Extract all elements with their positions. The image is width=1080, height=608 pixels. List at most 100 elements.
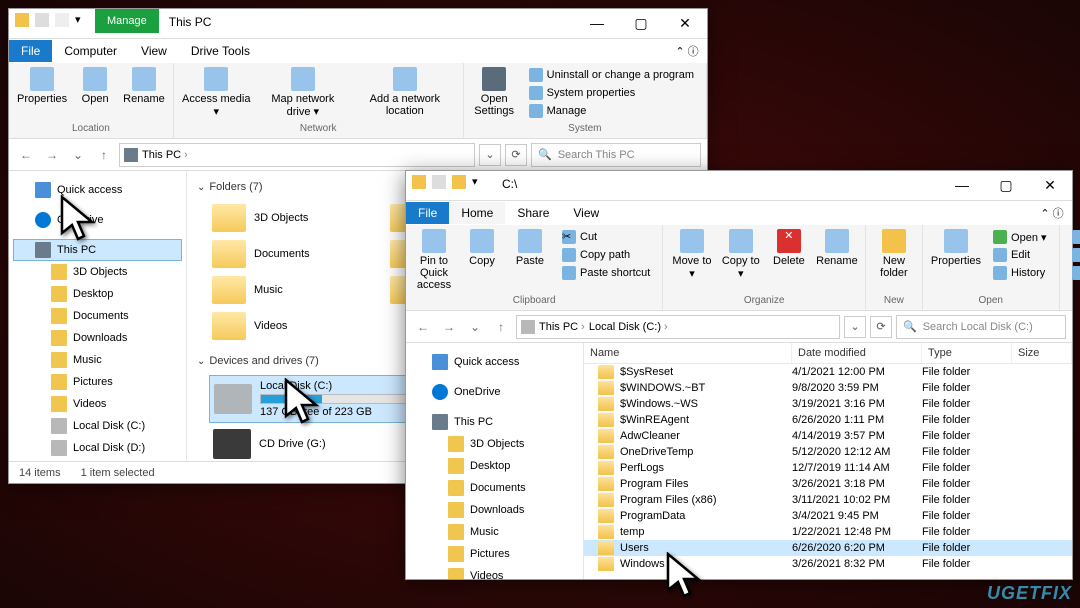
nav-child[interactable]: Local Disk (C:): [13, 415, 182, 437]
rename-button[interactable]: Rename: [123, 67, 165, 105]
drive-item[interactable]: CD Drive (G:): [209, 425, 419, 461]
rename-button[interactable]: Rename: [817, 229, 857, 267]
nav-child[interactable]: 3D Objects: [410, 433, 579, 455]
file-row[interactable]: $WinREAgent6/26/2020 1:11 PMFile folder: [584, 412, 1072, 428]
close-button[interactable]: ✕: [1028, 171, 1072, 199]
nav-quick-access[interactable]: Quick access: [410, 351, 579, 373]
history-button[interactable]: History: [989, 265, 1051, 281]
open-button[interactable]: Open ▾: [989, 229, 1051, 245]
file-row[interactable]: Users6/26/2020 6:20 PMFile folder: [584, 540, 1072, 556]
new-folder-button[interactable]: New folder: [874, 229, 914, 279]
nav-child[interactable]: Documents: [13, 305, 182, 327]
file-row[interactable]: ProgramData3/4/2021 9:45 PMFile folder: [584, 508, 1072, 524]
search-input[interactable]: 🔍 Search Local Disk (C:): [896, 315, 1066, 339]
minimize-button[interactable]: —: [575, 9, 619, 37]
search-input[interactable]: 🔍 Search This PC: [531, 143, 701, 167]
open-settings-button[interactable]: Open Settings: [472, 67, 517, 117]
uninstall-button[interactable]: Uninstall or change a program: [525, 67, 698, 83]
edit-button[interactable]: Edit: [989, 247, 1051, 263]
maximize-button[interactable]: ▢: [984, 171, 1028, 199]
file-row[interactable]: Windows3/26/2021 8:32 PMFile folder: [584, 556, 1072, 572]
nav-child[interactable]: Videos: [410, 565, 579, 579]
copy-path-button[interactable]: Copy path: [558, 247, 654, 263]
tab-home[interactable]: Home: [449, 202, 505, 224]
map-drive-button[interactable]: Map network drive ▾: [259, 67, 347, 118]
file-row[interactable]: Program Files (x86)3/11/2021 10:02 PMFil…: [584, 492, 1072, 508]
folder-item[interactable]: Documents: [209, 237, 379, 271]
nav-onedrive[interactable]: OneDrive: [13, 209, 182, 231]
properties-button[interactable]: Properties: [931, 229, 981, 267]
nav-child[interactable]: Pictures: [410, 543, 579, 565]
crumb-item[interactable]: Local Disk (C:): [589, 321, 668, 333]
paste-button[interactable]: Paste: [510, 229, 550, 267]
nav-child[interactable]: Desktop: [13, 283, 182, 305]
maximize-button[interactable]: ▢: [619, 9, 663, 37]
properties-button[interactable]: Properties: [17, 67, 67, 105]
folder-item[interactable]: Videos: [209, 309, 379, 343]
refresh-button[interactable]: ⟳: [505, 144, 527, 166]
close-button[interactable]: ✕: [663, 9, 707, 37]
copy-button[interactable]: Copy: [462, 229, 502, 267]
file-row[interactable]: AdwCleaner4/14/2019 3:57 PMFile folder: [584, 428, 1072, 444]
qa-more-icon[interactable]: ▾: [472, 175, 486, 189]
nav-child[interactable]: Local Disk (D:): [13, 437, 182, 459]
folder-item[interactable]: Music: [209, 273, 379, 307]
nav-quick-access[interactable]: Quick access: [13, 179, 182, 201]
header-date[interactable]: Date modified: [792, 343, 922, 363]
manage-button[interactable]: Manage: [525, 103, 698, 119]
up-button[interactable]: ↑: [93, 144, 115, 166]
file-row[interactable]: Program Files3/26/2021 3:18 PMFile folde…: [584, 476, 1072, 492]
dropdown-icon[interactable]: [35, 13, 49, 27]
folder-item[interactable]: 3D Objects: [209, 201, 379, 235]
header-name[interactable]: Name: [584, 343, 792, 363]
nav-this-pc[interactable]: This PC: [410, 411, 579, 433]
tab-file[interactable]: File: [406, 202, 449, 224]
crumb-dropdown[interactable]: ⌄: [479, 144, 501, 166]
header-size[interactable]: Size: [1012, 343, 1072, 363]
qa-slot-icon[interactable]: [452, 175, 466, 189]
file-row[interactable]: PerfLogs12/7/2019 11:14 AMFile folder: [584, 460, 1072, 476]
tab-view[interactable]: View: [129, 40, 179, 62]
recent-button[interactable]: ⌄: [67, 144, 89, 166]
header-type[interactable]: Type: [922, 343, 1012, 363]
tab-share[interactable]: Share: [505, 202, 561, 224]
nav-child[interactable]: Desktop: [410, 455, 579, 477]
back-button[interactable]: ←: [15, 144, 37, 166]
nav-child[interactable]: Pictures: [13, 371, 182, 393]
recent-button[interactable]: ⌄: [464, 316, 486, 338]
crumb-item[interactable]: This PC: [539, 321, 585, 333]
minimize-button[interactable]: —: [940, 171, 984, 199]
system-properties-button[interactable]: System properties: [525, 85, 698, 101]
file-row[interactable]: temp1/22/2021 12:48 PMFile folder: [584, 524, 1072, 540]
nav-this-pc[interactable]: This PC: [13, 239, 182, 261]
select-none-button[interactable]: Select none: [1068, 247, 1080, 263]
access-media-button[interactable]: Access media ▾: [182, 67, 251, 118]
breadcrumb[interactable]: This PC Local Disk (C:): [516, 315, 840, 339]
paste-shortcut-button[interactable]: Paste shortcut: [558, 265, 654, 281]
open-button[interactable]: Open: [75, 67, 115, 105]
add-location-button[interactable]: Add a network location: [355, 67, 455, 117]
invert-selection-button[interactable]: Invert selection: [1068, 265, 1080, 281]
forward-button[interactable]: →: [41, 144, 63, 166]
nav-child[interactable]: Videos: [13, 393, 182, 415]
qa-slot-icon[interactable]: [55, 13, 69, 27]
nav-child[interactable]: Downloads: [13, 327, 182, 349]
nav-child[interactable]: Music: [13, 349, 182, 371]
dropdown-icon[interactable]: [432, 175, 446, 189]
cut-button[interactable]: ✂Cut: [558, 229, 654, 245]
crumb-dropdown[interactable]: ⌄: [844, 316, 866, 338]
forward-button[interactable]: →: [438, 316, 460, 338]
back-button[interactable]: ←: [412, 316, 434, 338]
tab-computer[interactable]: Computer: [52, 40, 129, 62]
file-row[interactable]: OneDriveTemp5/12/2020 12:12 AMFile folde…: [584, 444, 1072, 460]
tab-manage[interactable]: Manage: [95, 9, 159, 33]
copy-to-button[interactable]: Copy to ▾: [721, 229, 761, 280]
nav-onedrive[interactable]: OneDrive: [410, 381, 579, 403]
file-row[interactable]: $Windows.~WS3/19/2021 3:16 PMFile folder: [584, 396, 1072, 412]
qa-more-icon[interactable]: ▾: [75, 13, 89, 27]
ribbon-toggle[interactable]: ⌃ ⓘ: [1032, 205, 1072, 221]
file-row[interactable]: $SysReset4/1/2021 12:00 PMFile folder: [584, 364, 1072, 380]
pin-button[interactable]: Pin to Quick access: [414, 229, 454, 291]
nav-child[interactable]: Downloads: [410, 499, 579, 521]
nav-child[interactable]: 3D Objects: [13, 261, 182, 283]
